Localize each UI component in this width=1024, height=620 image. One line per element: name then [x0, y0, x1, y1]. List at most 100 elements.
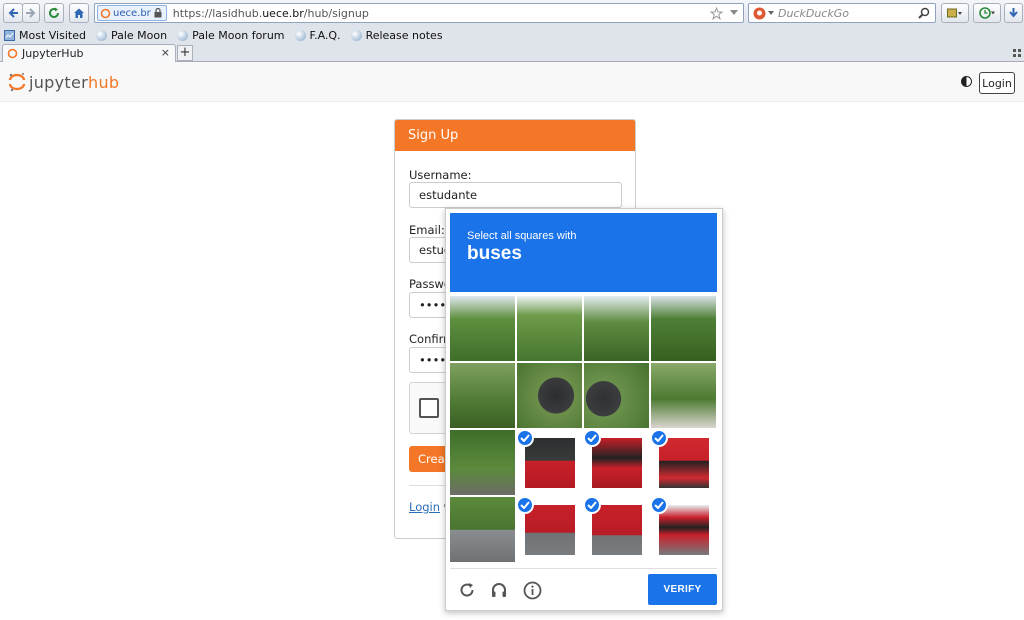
reload-icon	[49, 7, 59, 18]
challenge-tile[interactable]	[450, 430, 515, 495]
tile-image	[651, 296, 716, 361]
bookmark-faq[interactable]: F.A.Q.	[294, 29, 341, 42]
tab-favicon-icon	[7, 48, 18, 59]
most-visited-folder-icon	[4, 30, 15, 41]
challenge-tile[interactable]	[651, 296, 716, 361]
challenge-tile[interactable]	[450, 296, 515, 361]
login-link[interactable]: Login	[409, 500, 440, 514]
tile-image	[584, 296, 649, 361]
history-button[interactable]	[973, 3, 1001, 23]
browser-chrome: uece.br https://lasidhub.uece.br/hub/sig…	[0, 0, 1024, 62]
username-input[interactable]: estudante	[409, 182, 622, 208]
challenge-tile[interactable]	[450, 497, 515, 562]
login-button[interactable]: Login	[979, 72, 1015, 94]
challenge-tile[interactable]	[584, 363, 649, 428]
tab-list-grip-icon[interactable]	[1013, 49, 1021, 57]
tab-title: JupyterHub	[22, 47, 84, 60]
challenge-tile[interactable]	[584, 430, 649, 495]
jupyterhub-header: jupyter hub Login	[0, 62, 1024, 102]
new-tab-button[interactable]: +	[177, 45, 193, 61]
globe-icon	[177, 30, 189, 41]
challenge-tile[interactable]	[450, 363, 515, 428]
challenge-tile[interactable]	[651, 497, 716, 562]
tab-close-icon[interactable]: ×	[161, 46, 170, 59]
site-identity-label: uece.br	[113, 7, 151, 19]
url-domain: uece.br	[262, 6, 304, 20]
site-favicon-icon	[100, 8, 111, 18]
tile-image	[517, 363, 582, 428]
bookmark-star-icon[interactable]	[710, 7, 723, 20]
forward-button[interactable]	[22, 3, 40, 23]
tab-jupyterhub[interactable]: JupyterHub ×	[2, 44, 176, 62]
home-button[interactable]	[69, 3, 89, 23]
globe-icon	[95, 30, 107, 41]
tile-image	[651, 363, 716, 428]
recaptcha-checkbox[interactable]	[419, 398, 439, 418]
challenge-footer-divider	[450, 568, 717, 569]
url-dropdown-icon[interactable]	[730, 10, 738, 16]
signup-title: Sign Up	[395, 120, 635, 151]
bookmarks-toolbar: Most Visited Pale Moon Pale Moon forum F…	[0, 27, 1024, 44]
tile-image	[450, 296, 515, 361]
url-prefix: https://lasidhub.	[172, 6, 263, 20]
username-label: Username:	[409, 168, 472, 182]
url-path: /hub/signup	[303, 6, 369, 20]
reload-challenge-button[interactable]	[457, 580, 477, 600]
challenge-target: buses	[467, 243, 522, 264]
tile-image	[450, 363, 515, 428]
challenge-tile[interactable]	[517, 363, 582, 428]
home-icon	[74, 8, 84, 18]
site-identity[interactable]: uece.br	[97, 5, 167, 21]
recaptcha-challenge-popup: Select all squares with buses VERIFY	[445, 208, 723, 611]
search-icon[interactable]	[918, 7, 930, 19]
url-bar[interactable]: uece.br https://lasidhub.uece.br/hub/sig…	[94, 3, 744, 23]
forward-arrow-icon	[26, 8, 36, 18]
downloads-button[interactable]	[1004, 3, 1023, 23]
download-arrow-icon	[1009, 8, 1018, 18]
bookmark-label: Most Visited	[19, 29, 86, 42]
theme-toggle-icon[interactable]	[961, 76, 972, 87]
tile-image	[659, 438, 709, 488]
challenge-tile[interactable]	[584, 296, 649, 361]
challenge-tile[interactable]	[517, 430, 582, 495]
reload-button[interactable]	[44, 3, 64, 23]
back-button[interactable]	[3, 3, 23, 23]
info-icon	[523, 581, 541, 599]
challenge-tile[interactable]	[584, 497, 649, 562]
logo-text-hub: hub	[88, 72, 120, 92]
tile-image	[450, 497, 515, 562]
bookmark-release-notes[interactable]: Release notes	[350, 29, 443, 42]
challenge-tile[interactable]	[651, 363, 716, 428]
url-text: https://lasidhub.uece.br/hub/signup	[173, 7, 369, 20]
headphones-icon	[492, 583, 506, 597]
search-placeholder: DuckDuckGo	[778, 6, 849, 20]
navigation-toolbar: uece.br https://lasidhub.uece.br/hub/sig…	[0, 0, 1024, 26]
tab-strip: JupyterHub × +	[0, 44, 1024, 62]
tile-image	[450, 430, 515, 495]
tile-image	[592, 438, 642, 488]
challenge-tile[interactable]	[517, 497, 582, 562]
jupyterhub-logo[interactable]: jupyter hub	[8, 72, 119, 92]
jupyter-logo-icon	[8, 73, 26, 92]
audio-challenge-button[interactable]	[489, 580, 509, 600]
back-arrow-icon	[8, 8, 18, 18]
challenge-header: Select all squares with buses	[450, 213, 717, 292]
reload-icon	[460, 583, 474, 597]
search-bar[interactable]: DuckDuckGo	[748, 3, 936, 23]
challenge-tile[interactable]	[651, 430, 716, 495]
addon-icon	[947, 8, 962, 18]
bookmark-label: F.A.Q.	[309, 29, 341, 42]
clock-icon	[979, 7, 995, 19]
search-engine-dropdown-icon[interactable]	[768, 11, 774, 15]
verify-button[interactable]: VERIFY	[648, 574, 717, 605]
bookmark-label: Pale Moon forum	[192, 29, 285, 42]
bookmark-pale-moon-forum[interactable]: Pale Moon forum	[177, 29, 285, 42]
challenge-instruction: Select all squares with	[467, 230, 577, 242]
bookmark-pale-moon[interactable]: Pale Moon	[95, 29, 167, 42]
addon-bar-button[interactable]	[941, 3, 969, 23]
challenge-tile[interactable]	[517, 296, 582, 361]
bookmark-most-visited[interactable]: Most Visited	[4, 29, 86, 42]
help-button[interactable]	[522, 580, 542, 600]
tile-image	[525, 438, 575, 488]
tile-image	[525, 505, 575, 555]
